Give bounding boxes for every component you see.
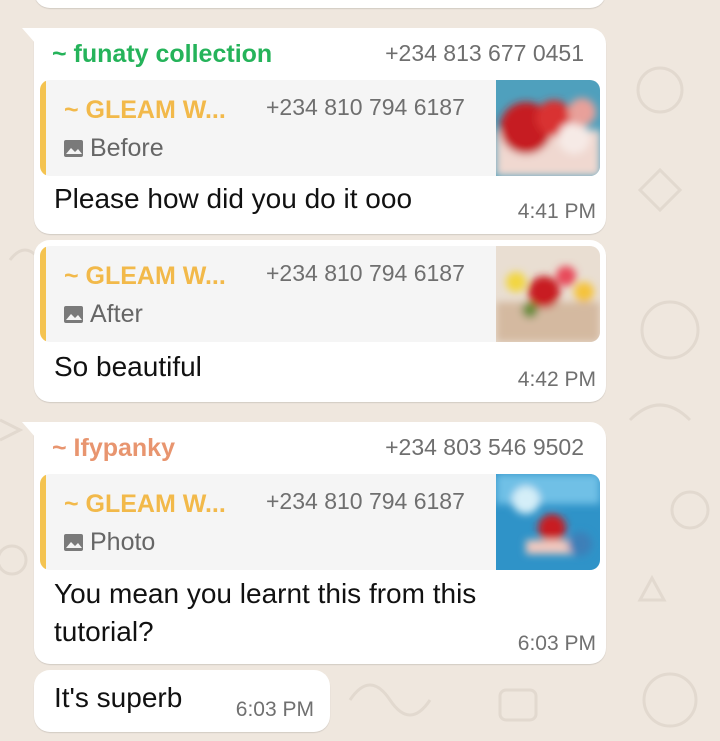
quote-sender-phone: +234 810 794 6187 xyxy=(266,94,465,120)
sender-name[interactable]: ~ Ifypanky xyxy=(52,434,175,463)
quote-media-type: Photo xyxy=(64,528,155,557)
message-time: 4:42 PM xyxy=(517,368,596,391)
quote-media-type: Before xyxy=(64,134,164,163)
message-text: It's superb xyxy=(54,682,183,713)
message-bubble-funaty[interactable]: ~ funaty collection +234 813 677 0451 ~ … xyxy=(22,28,606,234)
quote-sender-phone: +234 810 794 6187 xyxy=(266,488,465,514)
message-time: 6:03 PM xyxy=(517,632,596,655)
quote-sender-name: ~ GLEAM W... xyxy=(64,262,226,290)
image-icon xyxy=(64,306,83,323)
message-text: Please how did you do it ooo xyxy=(54,183,413,214)
bubble-tail xyxy=(22,28,36,44)
image-icon xyxy=(64,534,83,551)
quote-media-type: After xyxy=(64,300,143,329)
quote-media-label: Photo xyxy=(90,528,156,556)
sender-phone: +234 813 677 0451 xyxy=(385,40,584,66)
quote-accent-bar xyxy=(40,474,46,570)
sender-row: ~ funaty collection +234 813 677 0451 xyxy=(52,40,584,70)
quoted-message[interactable]: ~ GLEAM W... +234 810 794 6187 Before xyxy=(40,80,600,176)
bubble-tail xyxy=(22,422,36,438)
quote-thumbnail[interactable] xyxy=(496,246,600,342)
message-bubble-superb[interactable]: It's superb 6:03 PM xyxy=(34,670,330,732)
image-icon xyxy=(64,140,83,157)
message-bubble-after[interactable]: ~ GLEAM W... +234 810 794 6187 After So … xyxy=(34,240,606,402)
message-text: So beautiful xyxy=(54,351,202,382)
message-time: 6:03 PM xyxy=(235,698,314,721)
quote-sender-phone: +234 810 794 6187 xyxy=(266,260,465,286)
sender-phone: +234 803 546 9502 xyxy=(385,434,584,460)
quoted-message[interactable]: ~ GLEAM W... +234 810 794 6187 After xyxy=(40,246,600,342)
quote-sender-name: ~ GLEAM W... xyxy=(64,490,226,518)
message-text-line-2: tutorial? xyxy=(54,616,154,647)
quoted-message[interactable]: ~ GLEAM W... +234 810 794 6187 Photo xyxy=(40,474,600,570)
sender-name[interactable]: ~ funaty collection xyxy=(52,40,272,69)
quote-thumbnail[interactable] xyxy=(496,474,600,570)
quote-media-label: After xyxy=(90,300,143,328)
quote-accent-bar xyxy=(40,80,46,176)
quote-accent-bar xyxy=(40,246,46,342)
message-text-line-1: You mean you learnt this from this xyxy=(54,578,477,609)
message-bubble-ifypanky[interactable]: ~ Ifypanky +234 803 546 9502 ~ GLEAM W..… xyxy=(22,422,606,664)
quote-thumbnail[interactable] xyxy=(496,80,600,176)
previous-message-bubble[interactable] xyxy=(34,0,606,8)
quote-sender-name: ~ GLEAM W... xyxy=(64,96,226,124)
quote-media-label: Before xyxy=(90,134,164,162)
sender-row: ~ Ifypanky +234 803 546 9502 xyxy=(52,434,584,464)
message-time: 4:41 PM xyxy=(517,200,596,223)
